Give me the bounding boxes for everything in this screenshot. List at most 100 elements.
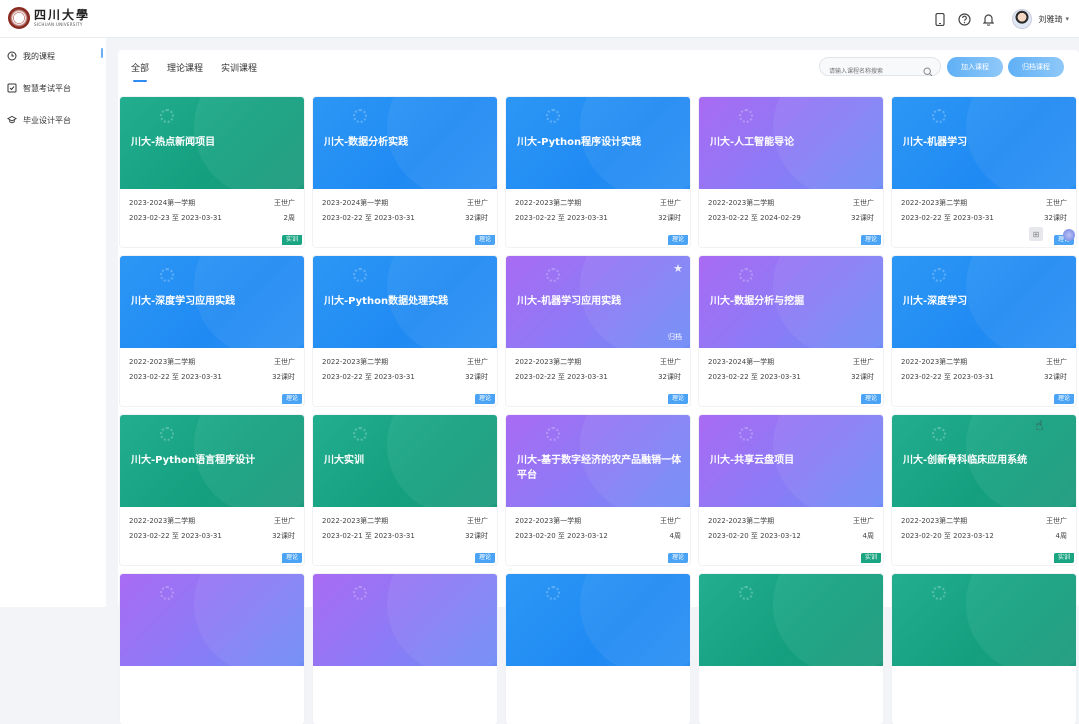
course-card[interactable] [892,574,1076,724]
course-title: 川大-机器学习 [903,137,968,148]
course-type-badge: 理论 [474,553,495,563]
course-card[interactable]: 川大-热点新闻项目 2023-2024第一学期 王世广 2023-02-23 至 20… [120,97,304,247]
course-dates: 2023-02-22 至 2023-03-31 [515,214,608,222]
course-banner: 川大-深度学习 [892,256,1076,348]
course-hours: 32课时 [1044,214,1067,222]
course-card[interactable]: 川大-深度学习 2022-2023第二学期 王世广 2023-02-22 至 2023… [892,256,1076,406]
archive-course-button[interactable]: 归档课程 [1008,57,1064,77]
search-input[interactable] [820,63,920,80]
course-search [819,57,941,80]
course-banner [892,574,1076,666]
course-card[interactable]: 川大-Python程序设计实践 2022-2023第二学期 王世广 2023-02-2… [506,97,690,247]
sidebar-item-exam-platform[interactable]: 智慧考试平台 [0,72,106,104]
course-title: 川大-Python语言程序设计 [131,455,256,466]
course-dates: 2023-02-22 至 2023-03-31 [322,214,415,222]
sidebar-item-my-courses[interactable]: 我的课程 [0,40,106,72]
course-teacher: 王世广 [853,358,874,366]
course-banner: 川大-基于数字经济的农产品融销一体平台 [506,415,690,507]
star-icon[interactable]: ★ [673,262,683,275]
course-teacher: 王世广 [853,517,874,525]
grid-tool-icon[interactable]: ⊞ [1029,227,1043,241]
course-teacher: 王世广 [467,358,488,366]
course-hours: 4周 [669,532,681,540]
course-teacher: 王世广 [660,199,681,207]
course-title: 川大-深度学习应用实践 [131,296,236,307]
course-title: 川大-Python数据处理实践 [324,296,449,307]
join-course-button[interactable]: 加入课程 [947,57,1003,77]
course-card[interactable] [120,574,304,724]
course-term: 2022-2023第二学期 [708,517,775,525]
tab-practice-courses[interactable]: 实训课程 [221,61,257,82]
course-card[interactable]: 川大实训 2022-2023第二学期 王世广 2023-02-21 至 2023-03… [313,415,497,565]
course-card[interactable] [313,574,497,724]
course-tabs: 全部 理论课程 实训课程 [131,61,275,82]
mobile-icon[interactable] [932,11,948,27]
course-dates: 2023-02-20 至 2023-03-12 [901,532,994,540]
course-title: 川大-数据分析实践 [324,137,409,148]
course-card[interactable]: 川大-基于数字经济的农产品融销一体平台 2022-2023第一学期 王世广 2023-… [506,415,690,565]
course-panel: 全部 理论课程 实训课程 加入课程 归档课程 川大-热点新闻项目 2023-202… [118,50,1079,724]
course-type-badge: 理论 [474,235,495,245]
course-card[interactable]: 川大-深度学习应用实践 2022-2023第二学期 王世广 2023-02-22 至 … [120,256,304,406]
course-card[interactable]: 川大-Python数据处理实践 2022-2023第二学期 王世广 2023-02-2… [313,256,497,406]
course-teacher: 王世广 [274,517,295,525]
course-banner: 川大-Python程序设计实践 [506,97,690,189]
sidebar-item-label: 智慧考试平台 [23,83,71,93]
course-hours: 32课时 [272,373,295,381]
course-dates: 2023-02-22 至 2023-03-31 [901,214,994,222]
university-logo[interactable]: 四川大學 SICHUAN UNIVERSITY [8,7,90,29]
user-avatar[interactable] [1012,9,1033,29]
course-title: 川大-Python程序设计实践 [517,137,642,148]
course-type-badge: 理论 [667,394,688,404]
course-term: 2022-2023第二学期 [322,517,389,525]
course-title: 川大-深度学习 [903,296,968,307]
course-card[interactable]: 川大-机器学习应用实践 ★ 归档 2022-2023第二学期 王世广 2023-02-22… [506,256,690,406]
course-hours: 32课时 [658,214,681,222]
course-banner: 川大-深度学习应用实践 [120,256,304,348]
course-term: 2022-2023第二学期 [129,358,196,366]
bell-icon[interactable] [980,11,996,27]
course-title: 川大实训 [324,455,364,466]
logo-seal-icon [8,7,30,29]
course-banner: 川大实训 [313,415,497,507]
course-banner: 川大-Python语言程序设计 [120,415,304,507]
course-type-badge: 理论 [281,394,302,404]
course-card[interactable]: 川大-人工智能导论 2022-2023第二学期 王世广 2023-02-22 至 20… [699,97,883,247]
course-card[interactable]: 川大-数据分析与挖掘 2023-2024第一学期 王世广 2023-02-22 至 2… [699,256,883,406]
course-banner: 川大-机器学习 [892,97,1076,189]
course-dates: 2023-02-23 至 2023-03-31 [129,214,222,222]
user-name[interactable]: 刘雅琦 [1038,14,1062,25]
course-hours: 2周 [283,214,295,222]
course-teacher: 王世广 [467,199,488,207]
course-hours: 32课时 [851,214,874,222]
course-card[interactable] [506,574,690,724]
course-card[interactable]: 川大-共享云盘项目 2022-2023第二学期 王世广 2023-02-20 至 20… [699,415,883,565]
assistant-orb-icon[interactable] [1063,229,1075,241]
course-card[interactable]: 川大-数据分析实践 2023-2024第一学期 王世广 2023-02-22 至 20… [313,97,497,247]
course-banner [120,574,304,666]
sidebar-item-label: 我的课程 [23,51,55,61]
course-card[interactable] [699,574,883,724]
course-banner: 川大-数据分析与挖掘 [699,256,883,348]
course-term: 2022-2023第二学期 [901,358,968,366]
tab-theory-courses[interactable]: 理论课程 [167,61,203,82]
course-card[interactable]: 川大-Python语言程序设计 2022-2023第二学期 王世广 2023-02-2… [120,415,304,565]
help-icon[interactable] [956,11,972,27]
course-dates: 2023-02-20 至 2023-03-12 [708,532,801,540]
course-card[interactable]: 川大-创新骨科临床应用系统 2022-2023第二学期 王世广 2023-02-20 … [892,415,1076,565]
course-type-badge: 理论 [474,394,495,404]
course-term: 2023-2024第一学期 [322,199,389,207]
course-type-badge: 实训 [1053,553,1074,563]
clock-icon [7,51,17,61]
course-card[interactable]: 川大-机器学习 2022-2023第二学期 王世广 2023-02-22 至 2023… [892,97,1076,247]
sidebar-item-graduation-platform[interactable]: 毕业设计平台 [0,104,106,136]
course-dates: 2023-02-20 至 2023-03-12 [515,532,608,540]
chevron-down-icon[interactable]: ▾ [1065,15,1069,23]
search-icon[interactable] [923,62,933,77]
course-dates: 2023-02-21 至 2023-03-31 [322,532,415,540]
course-banner: 川大-人工智能导论 [699,97,883,189]
course-hours: 32课时 [465,214,488,222]
course-dates: 2023-02-22 至 2023-03-31 [322,373,415,381]
course-dates: 2023-02-22 至 2024-02-29 [708,214,801,222]
tab-all[interactable]: 全部 [131,61,149,82]
